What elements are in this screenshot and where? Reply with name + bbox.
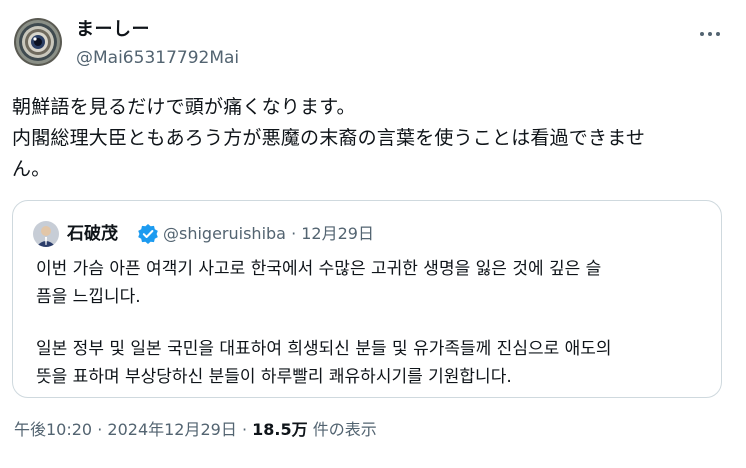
author-display-name[interactable]: まーしー [76,18,150,42]
author-handle[interactable]: @Mai65317792Mai [76,46,239,70]
quoted-separator: · [291,224,297,243]
footer-separator: · [97,420,103,439]
tweet-line: ん。 [12,158,51,180]
tweet-line: 内閣総理大臣ともあろう方が悪魔の末裔の言葉を使うことは看過できませ [12,127,646,149]
quoted-line: 이번 가슴 아픈 여객기 사고로 한국에서 수많은 고귀한 생명을 잃은 것에 … [36,259,602,279]
view-count: 18.5万 [252,420,308,439]
quoted-meta: @shigeruishiba · 12月29日 [163,221,374,247]
quoted-line: 뜻을 표하며 부상당하신 분들이 하루빨리 쾌유하시기를 기원합니다. [36,367,512,387]
quoted-tweet-card[interactable]: 石破茂 @shigeruishiba · 12月29日 이번 가슴 아픈 여객기… [12,200,722,398]
view-count-label: 件の表示 [312,420,377,439]
person-avatar-icon [33,221,59,247]
quoted-line: 픔을 느낍니다. [36,287,141,307]
quoted-line: 일본 정부 및 일본 국민을 대표하여 희생되신 분들 및 유가족들께 진심으로… [36,339,612,359]
tweet-time[interactable]: 午後10:20 [14,420,92,439]
quoted-text: 이번 가슴 아픈 여객기 사고로 한국에서 수많은 고귀한 생명을 잃은 것에 … [36,255,706,391]
more-options-button[interactable] [694,22,726,46]
tweet-footer: 午後10:20 · 2024年12月29日 · 18.5万 件の表示 [14,418,377,442]
verified-badge-icon [138,224,158,244]
footer-separator: · [241,420,248,439]
eye-avatar-icon [14,18,62,66]
tweet-line: 朝鮮語を見るだけで頭が痛くなります。 [12,96,356,118]
quoted-author-name[interactable]: 石破茂 [67,221,118,247]
more-options-icon [700,32,720,36]
quoted-handle[interactable]: @shigeruishiba [163,224,286,243]
tweet-date[interactable]: 2024年12月29日 [107,420,236,439]
quoted-author-avatar[interactable] [33,221,59,247]
quoted-date[interactable]: 12月29日 [301,224,374,243]
author-avatar[interactable] [14,18,62,66]
tweet-text: 朝鮮語を見るだけで頭が痛くなります。 内閣総理大臣ともあろう方が悪魔の末裔の言葉… [12,92,734,185]
